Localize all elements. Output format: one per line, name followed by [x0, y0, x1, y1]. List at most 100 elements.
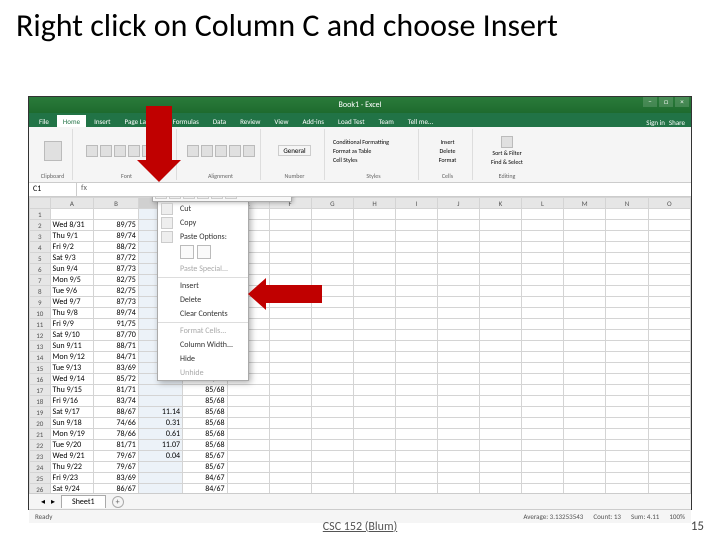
cell[interactable]	[311, 451, 353, 462]
cell[interactable]	[606, 253, 648, 264]
row-header[interactable]: 6	[30, 264, 51, 275]
cell[interactable]	[269, 242, 311, 253]
cell[interactable]	[269, 451, 311, 462]
cell[interactable]	[437, 341, 479, 352]
cell[interactable]: 87/70	[94, 330, 138, 341]
cell[interactable]	[606, 484, 648, 494]
cell[interactable]	[479, 242, 521, 253]
cell[interactable]	[437, 319, 479, 330]
cell[interactable]: Tue 9/20	[50, 440, 94, 451]
cell[interactable]	[521, 363, 563, 374]
cell[interactable]	[311, 407, 353, 418]
cell[interactable]	[479, 231, 521, 242]
cell[interactable]	[648, 352, 690, 363]
cell[interactable]	[606, 308, 648, 319]
cell[interactable]	[269, 374, 311, 385]
cell[interactable]	[269, 352, 311, 363]
share-button[interactable]: Share	[669, 118, 685, 127]
cell[interactable]: Tue 9/13	[50, 363, 94, 374]
cell[interactable]	[437, 275, 479, 286]
cell[interactable]	[396, 462, 438, 473]
cell[interactable]	[269, 209, 311, 220]
cell[interactable]	[521, 231, 563, 242]
cell[interactable]	[563, 473, 605, 484]
cell[interactable]	[269, 253, 311, 264]
cell[interactable]	[396, 407, 438, 418]
cell[interactable]: Mon 9/19	[50, 429, 94, 440]
cell[interactable]	[311, 374, 353, 385]
cell[interactable]	[396, 319, 438, 330]
ribbon-tab-view[interactable]: View	[268, 115, 294, 127]
cell[interactable]	[648, 220, 690, 231]
cell[interactable]	[648, 363, 690, 374]
cell[interactable]: 88/71	[94, 341, 138, 352]
cell[interactable]	[437, 363, 479, 374]
cell[interactable]	[353, 396, 395, 407]
cell[interactable]	[606, 330, 648, 341]
cell[interactable]	[437, 330, 479, 341]
cell[interactable]	[353, 473, 395, 484]
cell[interactable]	[563, 308, 605, 319]
border-icon[interactable]	[128, 145, 140, 157]
cell[interactable]: Wed 9/7	[50, 297, 94, 308]
cell[interactable]: Wed 9/21	[50, 451, 94, 462]
cell[interactable]	[138, 385, 182, 396]
cell[interactable]: Thu 9/8	[50, 308, 94, 319]
column-header-L[interactable]: L	[521, 198, 563, 209]
cell[interactable]	[521, 429, 563, 440]
menu-insert[interactable]: Insert	[158, 279, 248, 293]
cell[interactable]	[311, 473, 353, 484]
cell[interactable]	[648, 473, 690, 484]
number-format-dropdown[interactable]: General	[278, 145, 310, 156]
cell[interactable]: Wed 9/14	[50, 374, 94, 385]
cell[interactable]: Mon 9/5	[50, 275, 94, 286]
cell[interactable]	[227, 418, 269, 429]
cell[interactable]	[227, 407, 269, 418]
row-header[interactable]: 8	[30, 286, 51, 297]
ribbon-tab-home[interactable]: Home	[57, 115, 86, 127]
cell[interactable]	[311, 396, 353, 407]
ribbon-tab-review[interactable]: Review	[234, 115, 266, 127]
cell[interactable]	[479, 297, 521, 308]
row-header[interactable]: 13	[30, 341, 51, 352]
row-header[interactable]: 9	[30, 297, 51, 308]
cell[interactable]	[479, 363, 521, 374]
cell[interactable]: 0.61	[138, 429, 182, 440]
cell[interactable]	[396, 275, 438, 286]
cell[interactable]	[521, 462, 563, 473]
paste-opt-1[interactable]	[180, 245, 194, 259]
cell[interactable]: 89/74	[94, 231, 138, 242]
cell[interactable]	[648, 429, 690, 440]
cell[interactable]	[521, 308, 563, 319]
cell[interactable]	[396, 451, 438, 462]
cell[interactable]	[648, 440, 690, 451]
cell[interactable]	[563, 286, 605, 297]
cell[interactable]	[606, 209, 648, 220]
cell[interactable]	[563, 319, 605, 330]
cell[interactable]	[269, 220, 311, 231]
cell[interactable]	[353, 418, 395, 429]
cell[interactable]	[396, 220, 438, 231]
cell[interactable]: 87/73	[94, 297, 138, 308]
cell[interactable]	[353, 374, 395, 385]
cell[interactable]: 79/67	[94, 462, 138, 473]
cell[interactable]	[606, 242, 648, 253]
paste-icon[interactable]	[44, 141, 62, 161]
cell[interactable]	[521, 209, 563, 220]
cell[interactable]	[521, 253, 563, 264]
row-header[interactable]: 5	[30, 253, 51, 264]
menu-hide[interactable]: Hide	[158, 352, 248, 366]
cell[interactable]	[479, 330, 521, 341]
cell[interactable]	[396, 396, 438, 407]
cell[interactable]	[563, 385, 605, 396]
cell[interactable]	[521, 484, 563, 494]
cell[interactable]: Sat 9/3	[50, 253, 94, 264]
cell[interactable]	[269, 363, 311, 374]
sheet-tab[interactable]: Sheet1	[61, 495, 106, 508]
cell[interactable]: 89/74	[94, 308, 138, 319]
cell[interactable]	[437, 253, 479, 264]
cell[interactable]	[479, 462, 521, 473]
cell[interactable]	[437, 264, 479, 275]
cell[interactable]: 0.31	[138, 418, 182, 429]
row-header[interactable]: 3	[30, 231, 51, 242]
